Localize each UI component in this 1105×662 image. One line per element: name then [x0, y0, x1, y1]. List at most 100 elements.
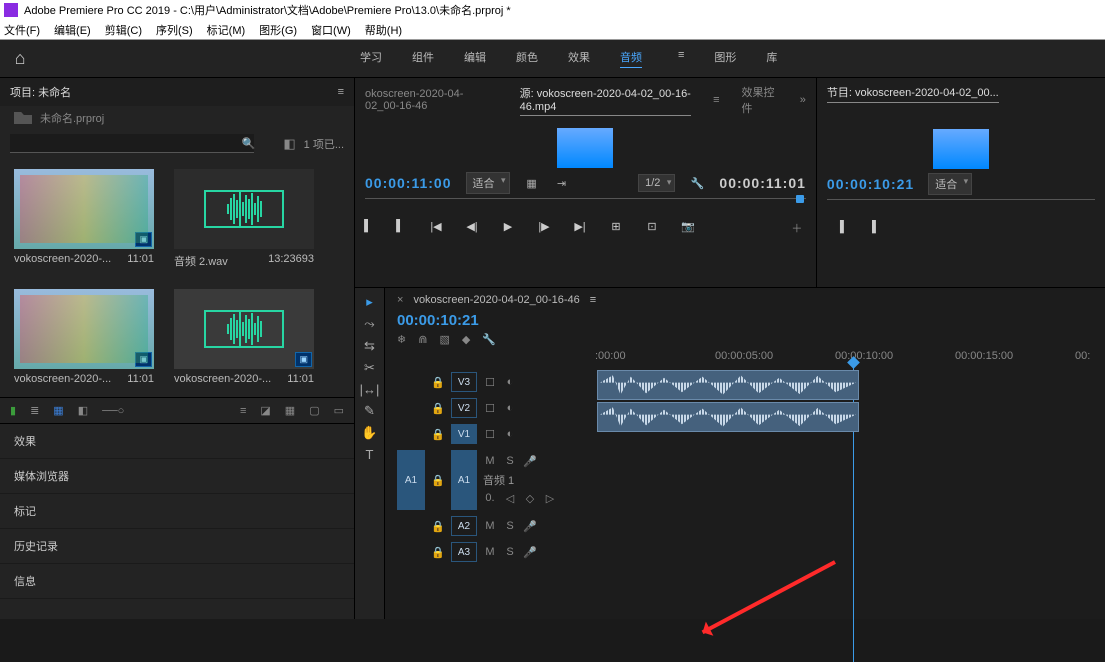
res-combo[interactable]: 1/2	[638, 174, 675, 192]
insert-icon[interactable]: ⊞	[607, 220, 625, 236]
sort-icon[interactable]: ≡	[240, 405, 246, 417]
target-v3[interactable]: V3	[451, 372, 477, 392]
menu-graphics[interactable]: 图形(G)	[259, 22, 297, 38]
audio-clip-right[interactable]	[597, 402, 859, 432]
menu-edit[interactable]: 编辑(E)	[54, 22, 91, 38]
settings-icon[interactable]: 🔧	[482, 333, 496, 346]
nav-media-browser[interactable]: 媒体浏览器	[0, 459, 354, 494]
razor-tool-icon[interactable]: ✂	[364, 360, 375, 376]
mark-out-icon[interactable]: ▌	[391, 220, 409, 236]
grid-icon[interactable]: ▦	[524, 177, 540, 190]
safe-margin-icon[interactable]: ⇥	[554, 177, 570, 190]
nav-history[interactable]: 历史记录	[0, 529, 354, 564]
go-in-icon[interactable]: |◀	[427, 220, 445, 236]
new-bin-icon[interactable]: ▢	[309, 404, 319, 417]
source-ruler[interactable]	[365, 198, 806, 216]
icon-view-icon[interactable]: ▦	[53, 404, 63, 417]
src-tab-1[interactable]: okoscreen-2020-04-02_00-16-46	[365, 88, 498, 112]
solo-icon[interactable]: S	[503, 455, 517, 468]
src-tab-active[interactable]: 源: vokoscreen-2020-04-02_00-16-46.mp4	[520, 85, 691, 116]
sync-lock-icon[interactable]: ☐	[483, 402, 497, 415]
voice-icon[interactable]: 🎤	[523, 455, 537, 468]
ws-assembly[interactable]: 组件	[412, 49, 434, 68]
menu-marker[interactable]: 标记(M)	[207, 22, 246, 38]
program-preview[interactable]	[933, 129, 989, 169]
nest-icon[interactable]: ❄	[397, 333, 406, 346]
sync-lock-icon[interactable]: ☐	[483, 376, 497, 389]
bin-item-video[interactable]: ▣ vokoscreen-2020-...11:01	[14, 289, 154, 385]
program-fit-combo[interactable]: 适合	[928, 173, 972, 195]
zoom-slider[interactable]: ──○	[102, 405, 124, 417]
bin-item-audio[interactable]: 音频 2.wav13:23693	[174, 169, 314, 269]
lock-icon[interactable]: 🔒	[431, 402, 445, 415]
playhead-icon[interactable]	[796, 195, 804, 203]
menu-file[interactable]: 文件(F)	[4, 22, 40, 38]
auto-match-icon[interactable]: ◪	[260, 404, 270, 417]
ws-edit[interactable]: 编辑	[464, 49, 486, 68]
search-icon[interactable]: 🔍	[242, 137, 256, 150]
panel-menu-icon[interactable]: ≡	[713, 94, 719, 106]
audio-clip-left[interactable]	[597, 370, 859, 400]
pen-tool-icon[interactable]: ✎	[364, 403, 375, 419]
list-view-icon[interactable]: ≣	[30, 404, 39, 417]
menu-sequence[interactable]: 序列(S)	[156, 22, 193, 38]
sync-lock-icon[interactable]: ☐	[483, 428, 497, 441]
close-icon[interactable]: ×	[397, 294, 403, 306]
lock-icon[interactable]: 🔒	[431, 428, 445, 441]
ws-library[interactable]: 库	[766, 49, 777, 68]
mark-in-icon[interactable]: ▐	[355, 220, 373, 236]
panel-menu-icon[interactable]: ≡	[338, 86, 344, 98]
mute-icon[interactable]: M	[483, 546, 497, 559]
freeform-view-icon[interactable]: ◧	[78, 404, 88, 417]
eye-icon[interactable]: ◐	[503, 402, 517, 415]
ws-audio[interactable]: 音频	[620, 49, 642, 68]
button-editor-icon[interactable]: ＋	[788, 220, 806, 236]
track-select-tool-icon[interactable]: ⤳	[364, 316, 374, 332]
hand-tool-icon[interactable]: ✋	[361, 425, 377, 441]
home-icon[interactable]: ⌂	[0, 48, 40, 69]
nav-info[interactable]: 信息	[0, 564, 354, 599]
eye-icon[interactable]: ◐	[503, 376, 517, 389]
filter-icon[interactable]: ◧	[283, 136, 295, 152]
solo-icon[interactable]: S	[503, 520, 517, 533]
mark-out-icon[interactable]: ▌	[867, 221, 885, 233]
overwrite-icon[interactable]: ⊡	[643, 220, 661, 236]
nav-markers[interactable]: 标记	[0, 494, 354, 529]
linked-sel-icon[interactable]: ▧	[439, 333, 449, 346]
snap-icon[interactable]: ⋒	[418, 333, 427, 346]
search-input[interactable]	[10, 134, 254, 153]
fit-combo[interactable]: 适合	[466, 172, 510, 194]
ws-audio-menu-icon[interactable]: ≡	[678, 49, 684, 68]
find-icon[interactable]: ▦	[285, 404, 295, 417]
go-out-icon[interactable]: ▶|	[571, 220, 589, 236]
target-a3[interactable]: A3	[451, 542, 477, 562]
nav-effects[interactable]: 效果	[0, 424, 354, 459]
bin-item-sequence[interactable]: ▣ vokoscreen-2020-...11:01	[174, 289, 314, 385]
play-icon[interactable]: ▶	[499, 220, 517, 236]
voice-icon[interactable]: 🎤	[523, 520, 537, 533]
ripple-tool-icon[interactable]: ⇆	[364, 338, 375, 354]
voice-icon[interactable]: 🎤	[523, 546, 537, 559]
export-frame-icon[interactable]: 📷	[679, 220, 697, 236]
marker-icon[interactable]: ◆	[462, 333, 470, 346]
new-item-icon[interactable]: ▭	[334, 404, 344, 417]
src-tab-3[interactable]: 效果控件	[742, 84, 778, 116]
ws-color[interactable]: 颜色	[516, 49, 538, 68]
target-v2[interactable]: V2	[451, 398, 477, 418]
program-tc[interactable]: 00:00:10:21	[827, 176, 914, 192]
menu-help[interactable]: 帮助(H)	[365, 22, 402, 38]
eye-icon[interactable]: ◐	[503, 428, 517, 441]
keyframe-add-icon[interactable]: ◇	[523, 492, 537, 505]
lock-icon[interactable]: 🔒	[431, 376, 445, 389]
menu-clip[interactable]: 剪辑(C)	[105, 22, 142, 38]
program-ruler[interactable]	[827, 199, 1095, 217]
bin-item-video[interactable]: ▣ vokoscreen-2020-...11:01	[14, 169, 154, 269]
menu-window[interactable]: 窗口(W)	[311, 22, 351, 38]
ws-effects[interactable]: 效果	[568, 49, 590, 68]
keyframe-prev-icon[interactable]: ◁	[503, 492, 517, 505]
target-a1[interactable]: A1	[451, 450, 477, 510]
program-tab[interactable]: 节目: vokoscreen-2020-04-02_00...	[827, 84, 999, 103]
source-patch-a1[interactable]: A1	[397, 450, 425, 510]
step-fwd-icon[interactable]: |▶	[535, 220, 553, 236]
source-preview[interactable]	[557, 128, 613, 168]
